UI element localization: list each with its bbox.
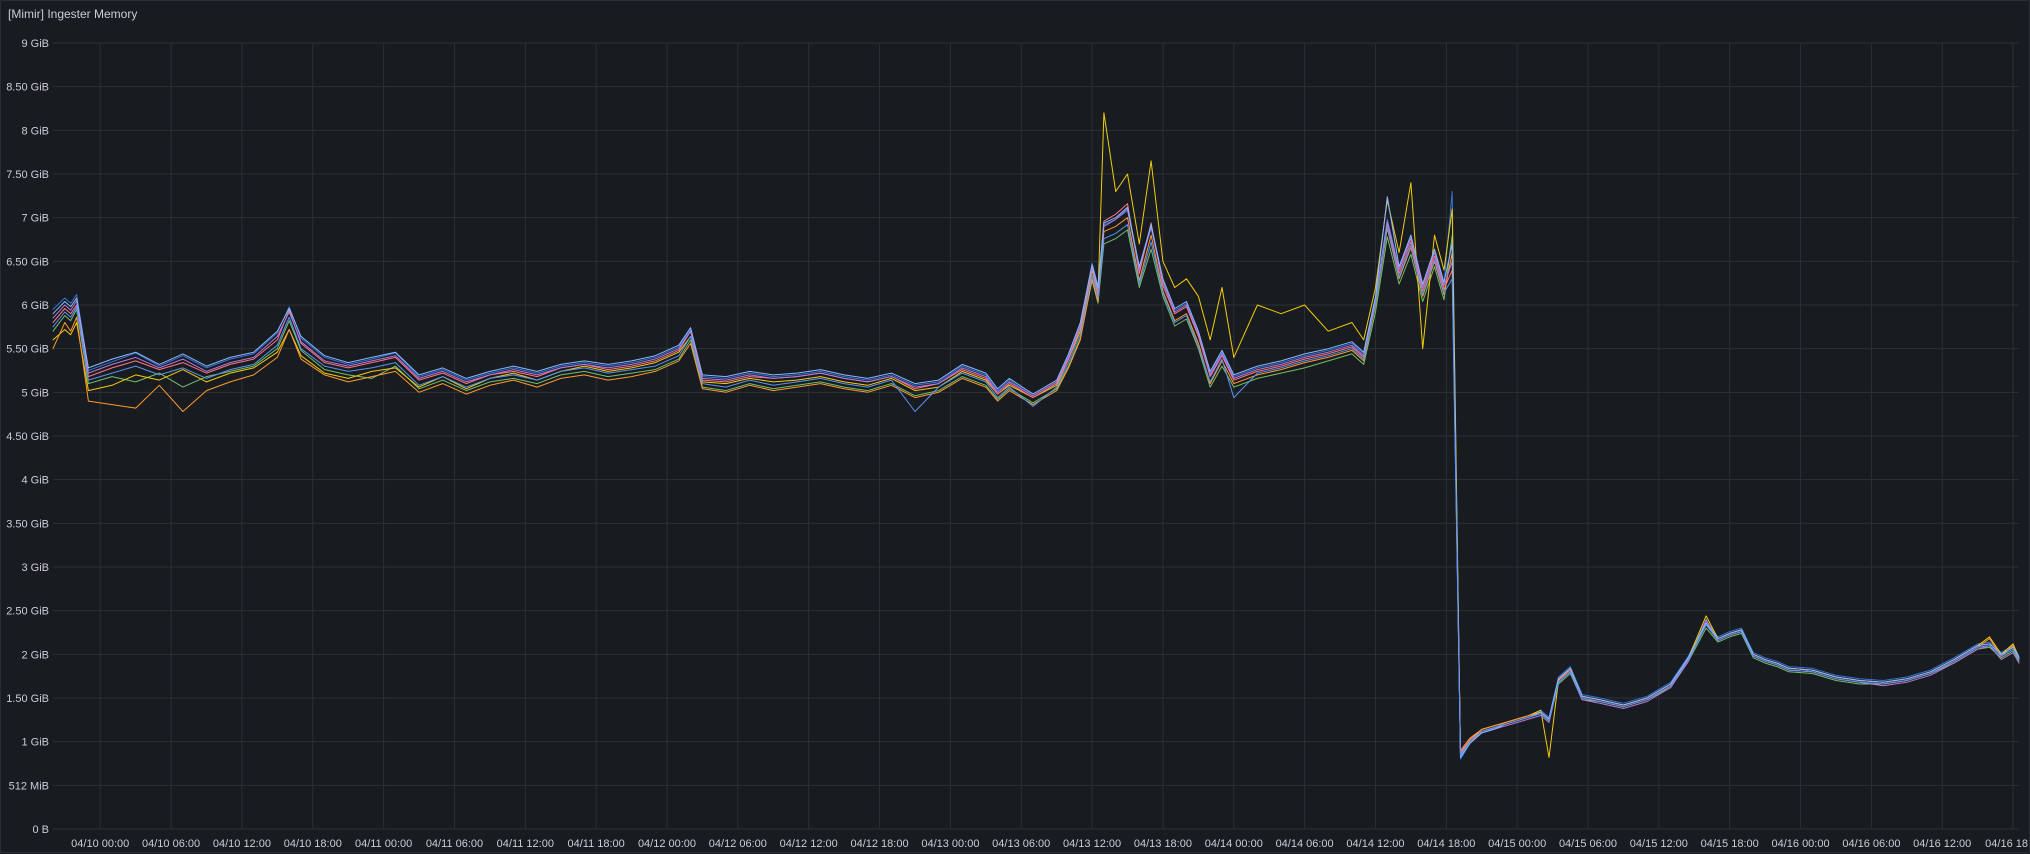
x-tick-label: 04/15 18:00 [1701, 838, 1759, 850]
y-tick-label: 7.50 GiB [6, 169, 49, 181]
x-tick-label: 04/13 12:00 [1063, 838, 1121, 850]
y-tick-label: 5 GiB [21, 387, 49, 399]
y-tick-label: 8.50 GiB [6, 82, 49, 94]
y-tick-label: 4 GiB [21, 475, 49, 487]
x-tick-label: 04/11 00:00 [355, 838, 412, 850]
y-tick-label: 2.50 GiB [6, 606, 49, 618]
x-tick-label: 04/11 18:00 [568, 838, 625, 850]
y-tick-label: 2 GiB [21, 649, 49, 661]
y-tick-label: 3 GiB [21, 562, 49, 574]
series-line-7 [52, 196, 2020, 758]
x-tick-label: 04/16 12:00 [1913, 838, 1971, 850]
x-tick-label: 04/12 06:00 [709, 838, 767, 850]
x-tick-label: 04/14 06:00 [1276, 838, 1334, 850]
series-line-5 [52, 217, 2020, 751]
series-line-6 [52, 208, 2020, 755]
x-tick-label: 04/16 00:00 [1771, 838, 1829, 850]
y-tick-label: 9 GiB [21, 38, 49, 50]
y-tick-label: 3.50 GiB [6, 518, 49, 530]
x-tick-label: 04/13 00:00 [921, 838, 979, 850]
x-tick-label: 04/16 18 [1985, 838, 2028, 850]
x-tick-label: 04/10 06:00 [142, 838, 200, 850]
y-tick-label: 1 GiB [21, 737, 49, 749]
y-tick-label: 1.50 GiB [6, 693, 49, 705]
x-axis-ticks: 04/10 00:00 04/10 06:00 04/10 12:00 04/10 1… [71, 838, 2028, 850]
x-tick-label: 04/12 18:00 [850, 838, 908, 850]
x-tick-label: 04/13 06:00 [992, 838, 1050, 850]
y-tick-label: 5.50 GiB [6, 344, 49, 356]
y-tick-label: 7 GiB [21, 213, 49, 225]
chart-panel: [Mimir] Ingester Memory 0 B 512 MiB 1 GiB 1… [0, 0, 2030, 853]
x-tick-label: 04/13 18:00 [1134, 838, 1192, 850]
x-tick-label: 04/15 00:00 [1488, 838, 1546, 850]
series-line-1 [52, 191, 2020, 760]
y-axis-ticks: 0 B 512 MiB 1 GiB 1.50 GiB 2 GiB 2.50 GiB 3 Gi… [6, 38, 49, 836]
x-tick-label: 04/12 00:00 [638, 838, 696, 850]
x-tick-label: 04/10 00:00 [71, 838, 129, 850]
x-tick-label: 04/15 06:00 [1559, 838, 1617, 850]
x-tick-label: 04/12 12:00 [780, 838, 838, 850]
x-tick-label: 04/14 18:00 [1417, 838, 1475, 850]
series-line-4 [52, 203, 2020, 753]
series-line-2 [52, 229, 2020, 757]
x-tick-label: 04/11 12:00 [497, 838, 554, 850]
x-tick-label: 04/14 12:00 [1346, 838, 1404, 850]
series-line-3 [52, 112, 2020, 758]
y-tick-label: 6.50 GiB [6, 256, 49, 268]
line-chart: 0 B 512 MiB 1 GiB 1.50 GiB 2 GiB 2.50 GiB 3 Gi… [6, 38, 2028, 850]
grid-layer [53, 42, 2019, 830]
x-tick-label: 04/10 18:00 [284, 838, 342, 850]
y-tick-label: 0 B [32, 824, 49, 836]
x-tick-label: 04/10 12:00 [213, 838, 271, 850]
y-tick-label: 512 MiB [9, 780, 49, 792]
x-tick-label: 04/11 06:00 [426, 838, 483, 850]
y-tick-label: 4.50 GiB [6, 431, 49, 443]
x-tick-label: 04/14 00:00 [1205, 838, 1263, 850]
y-tick-label: 6 GiB [21, 300, 49, 312]
y-tick-label: 8 GiB [21, 125, 49, 137]
x-tick-label: 04/16 06:00 [1842, 838, 1900, 850]
series-line-8 [52, 224, 2020, 757]
x-tick-label: 04/15 12:00 [1630, 838, 1688, 850]
